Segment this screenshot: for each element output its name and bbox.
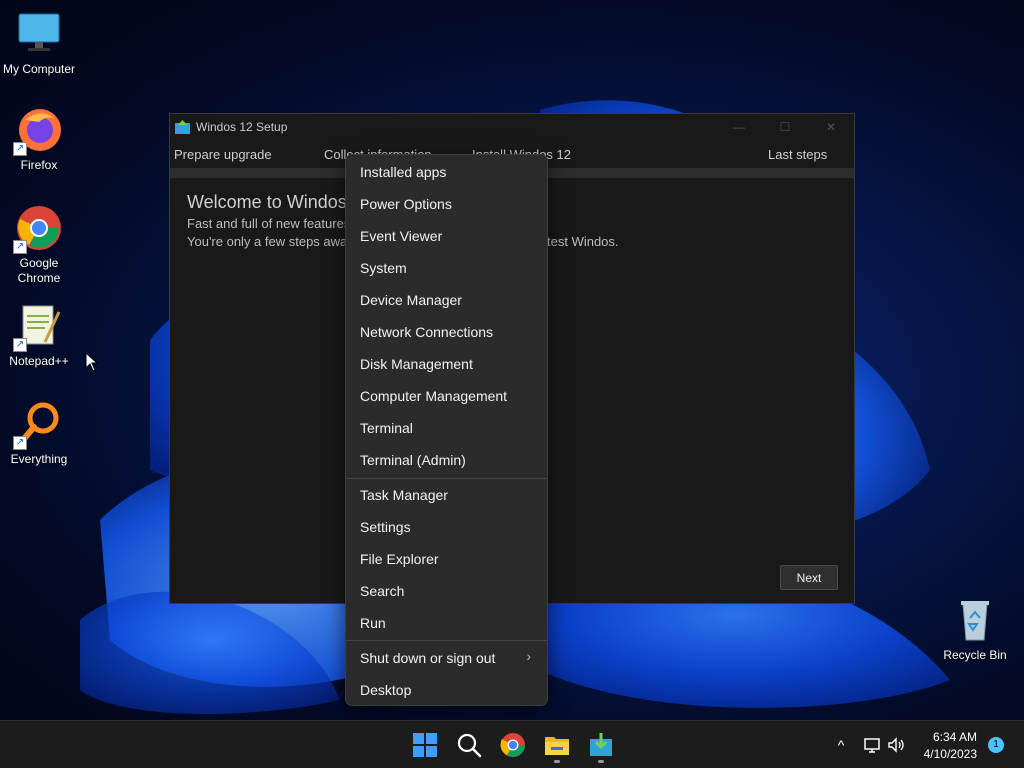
next-button[interactable]: Next (780, 565, 838, 590)
menu-item-installed-apps[interactable]: Installed apps (360, 162, 540, 182)
magnifier-icon: ↗ (13, 400, 63, 450)
menu-item-run[interactable]: Run (360, 613, 540, 633)
chevron-up-icon[interactable]: ^ (831, 735, 851, 755)
menu-item-computer-management[interactable]: Computer Management (360, 386, 540, 406)
menu-item-terminal[interactable]: Terminal (360, 418, 540, 438)
menu-item-settings[interactable]: Settings (360, 517, 540, 537)
desktop-icon-label: Recycle Bin (943, 648, 1007, 662)
shortcut-arrow-icon: ↗ (13, 338, 27, 352)
taskbar: ^ 6:34 AM 4/10/2023 1 (0, 720, 1024, 768)
menu-item-network-connections[interactable]: Network Connections (360, 322, 540, 342)
menu-item-task-manager[interactable]: Task Manager (360, 485, 540, 505)
chrome-icon[interactable] (499, 731, 527, 759)
menu-item-event-viewer[interactable]: Event Viewer (360, 226, 540, 246)
running-indicator (554, 760, 560, 763)
minimize-button[interactable]: — (716, 114, 762, 140)
window-title: Windos 12 Setup (196, 120, 288, 134)
running-indicator (598, 760, 604, 763)
network-icon[interactable] (862, 735, 882, 755)
desktop-icon-label: Notepad++ (9, 354, 69, 368)
notification-badge[interactable]: 1 (988, 737, 1004, 753)
desktop-icon-chrome[interactable]: ↗ Google Chrome (0, 204, 78, 286)
shortcut-arrow-icon: ↗ (13, 142, 27, 156)
maximize-button[interactable]: ☐ (762, 114, 808, 140)
desktop-icon-firefox[interactable]: ↗ Firefox (0, 106, 78, 173)
shortcut-arrow-icon: ↗ (13, 240, 27, 254)
window-titlebar[interactable]: Windos 12 Setup — ☐ ✕ (170, 114, 854, 140)
firefox-icon: ↗ (13, 106, 63, 156)
file-explorer-icon[interactable] (543, 731, 571, 759)
chrome-icon: ↗ (13, 204, 63, 254)
search-icon[interactable] (455, 731, 483, 759)
menu-item-terminal-admin[interactable]: Terminal (Admin) (360, 450, 540, 470)
setup-app-icon (175, 120, 190, 134)
menu-item-power-options[interactable]: Power Options (360, 194, 540, 214)
power-user-menu: Installed apps Power Options Event Viewe… (345, 154, 548, 706)
setup-icon[interactable] (587, 731, 615, 759)
clock-time: 6:34 AM (932, 730, 977, 744)
mouse-cursor-icon (85, 352, 99, 372)
welcome-line-2-left: You're only a few steps away (187, 234, 354, 249)
desktop-icon-notepadpp[interactable]: ↗ Notepad++ (0, 302, 78, 369)
menu-item-disk-management[interactable]: Disk Management (360, 354, 540, 374)
menu-item-file-explorer[interactable]: File Explorer (360, 549, 540, 569)
desktop-icon-recycle-bin[interactable]: Recycle Bin (936, 596, 1014, 663)
chevron-right-icon: › (526, 648, 531, 664)
menu-item-device-manager[interactable]: Device Manager (360, 290, 540, 310)
step-last-steps: Last steps (768, 147, 828, 162)
menu-item-search[interactable]: Search (360, 581, 540, 601)
desktop-icon-label: Google Chrome (17, 256, 61, 285)
shortcut-arrow-icon: ↗ (13, 436, 27, 450)
menu-item-desktop[interactable]: Desktop (360, 680, 540, 700)
menu-separator (346, 478, 547, 479)
desktop-icon-my-computer[interactable]: My Computer (0, 10, 78, 77)
clock[interactable]: 6:34 AM 4/10/2023 (924, 729, 977, 763)
menu-item-system[interactable]: System (360, 258, 540, 278)
menu-item-shut-down-or-sign-out[interactable]: Shut down or sign out (360, 648, 540, 668)
start-icon[interactable] (411, 731, 439, 759)
desktop-icon-everything[interactable]: ↗ Everything (0, 400, 78, 467)
notepadpp-icon: ↗ (13, 302, 63, 352)
desktop-icon-label: Everything (10, 452, 68, 466)
close-button[interactable]: ✕ (808, 114, 854, 140)
step-prepare-upgrade: Prepare upgrade (174, 147, 272, 162)
desktop-icon-label: My Computer (2, 62, 76, 76)
volume-icon[interactable] (886, 735, 906, 755)
recycle-bin-icon (951, 596, 999, 644)
welcome-line-2-right: test Windos. (547, 234, 619, 249)
menu-separator (346, 640, 547, 641)
monitor-icon (15, 10, 63, 58)
desktop-icon-label: Firefox (20, 158, 58, 172)
clock-date: 4/10/2023 (923, 747, 977, 761)
